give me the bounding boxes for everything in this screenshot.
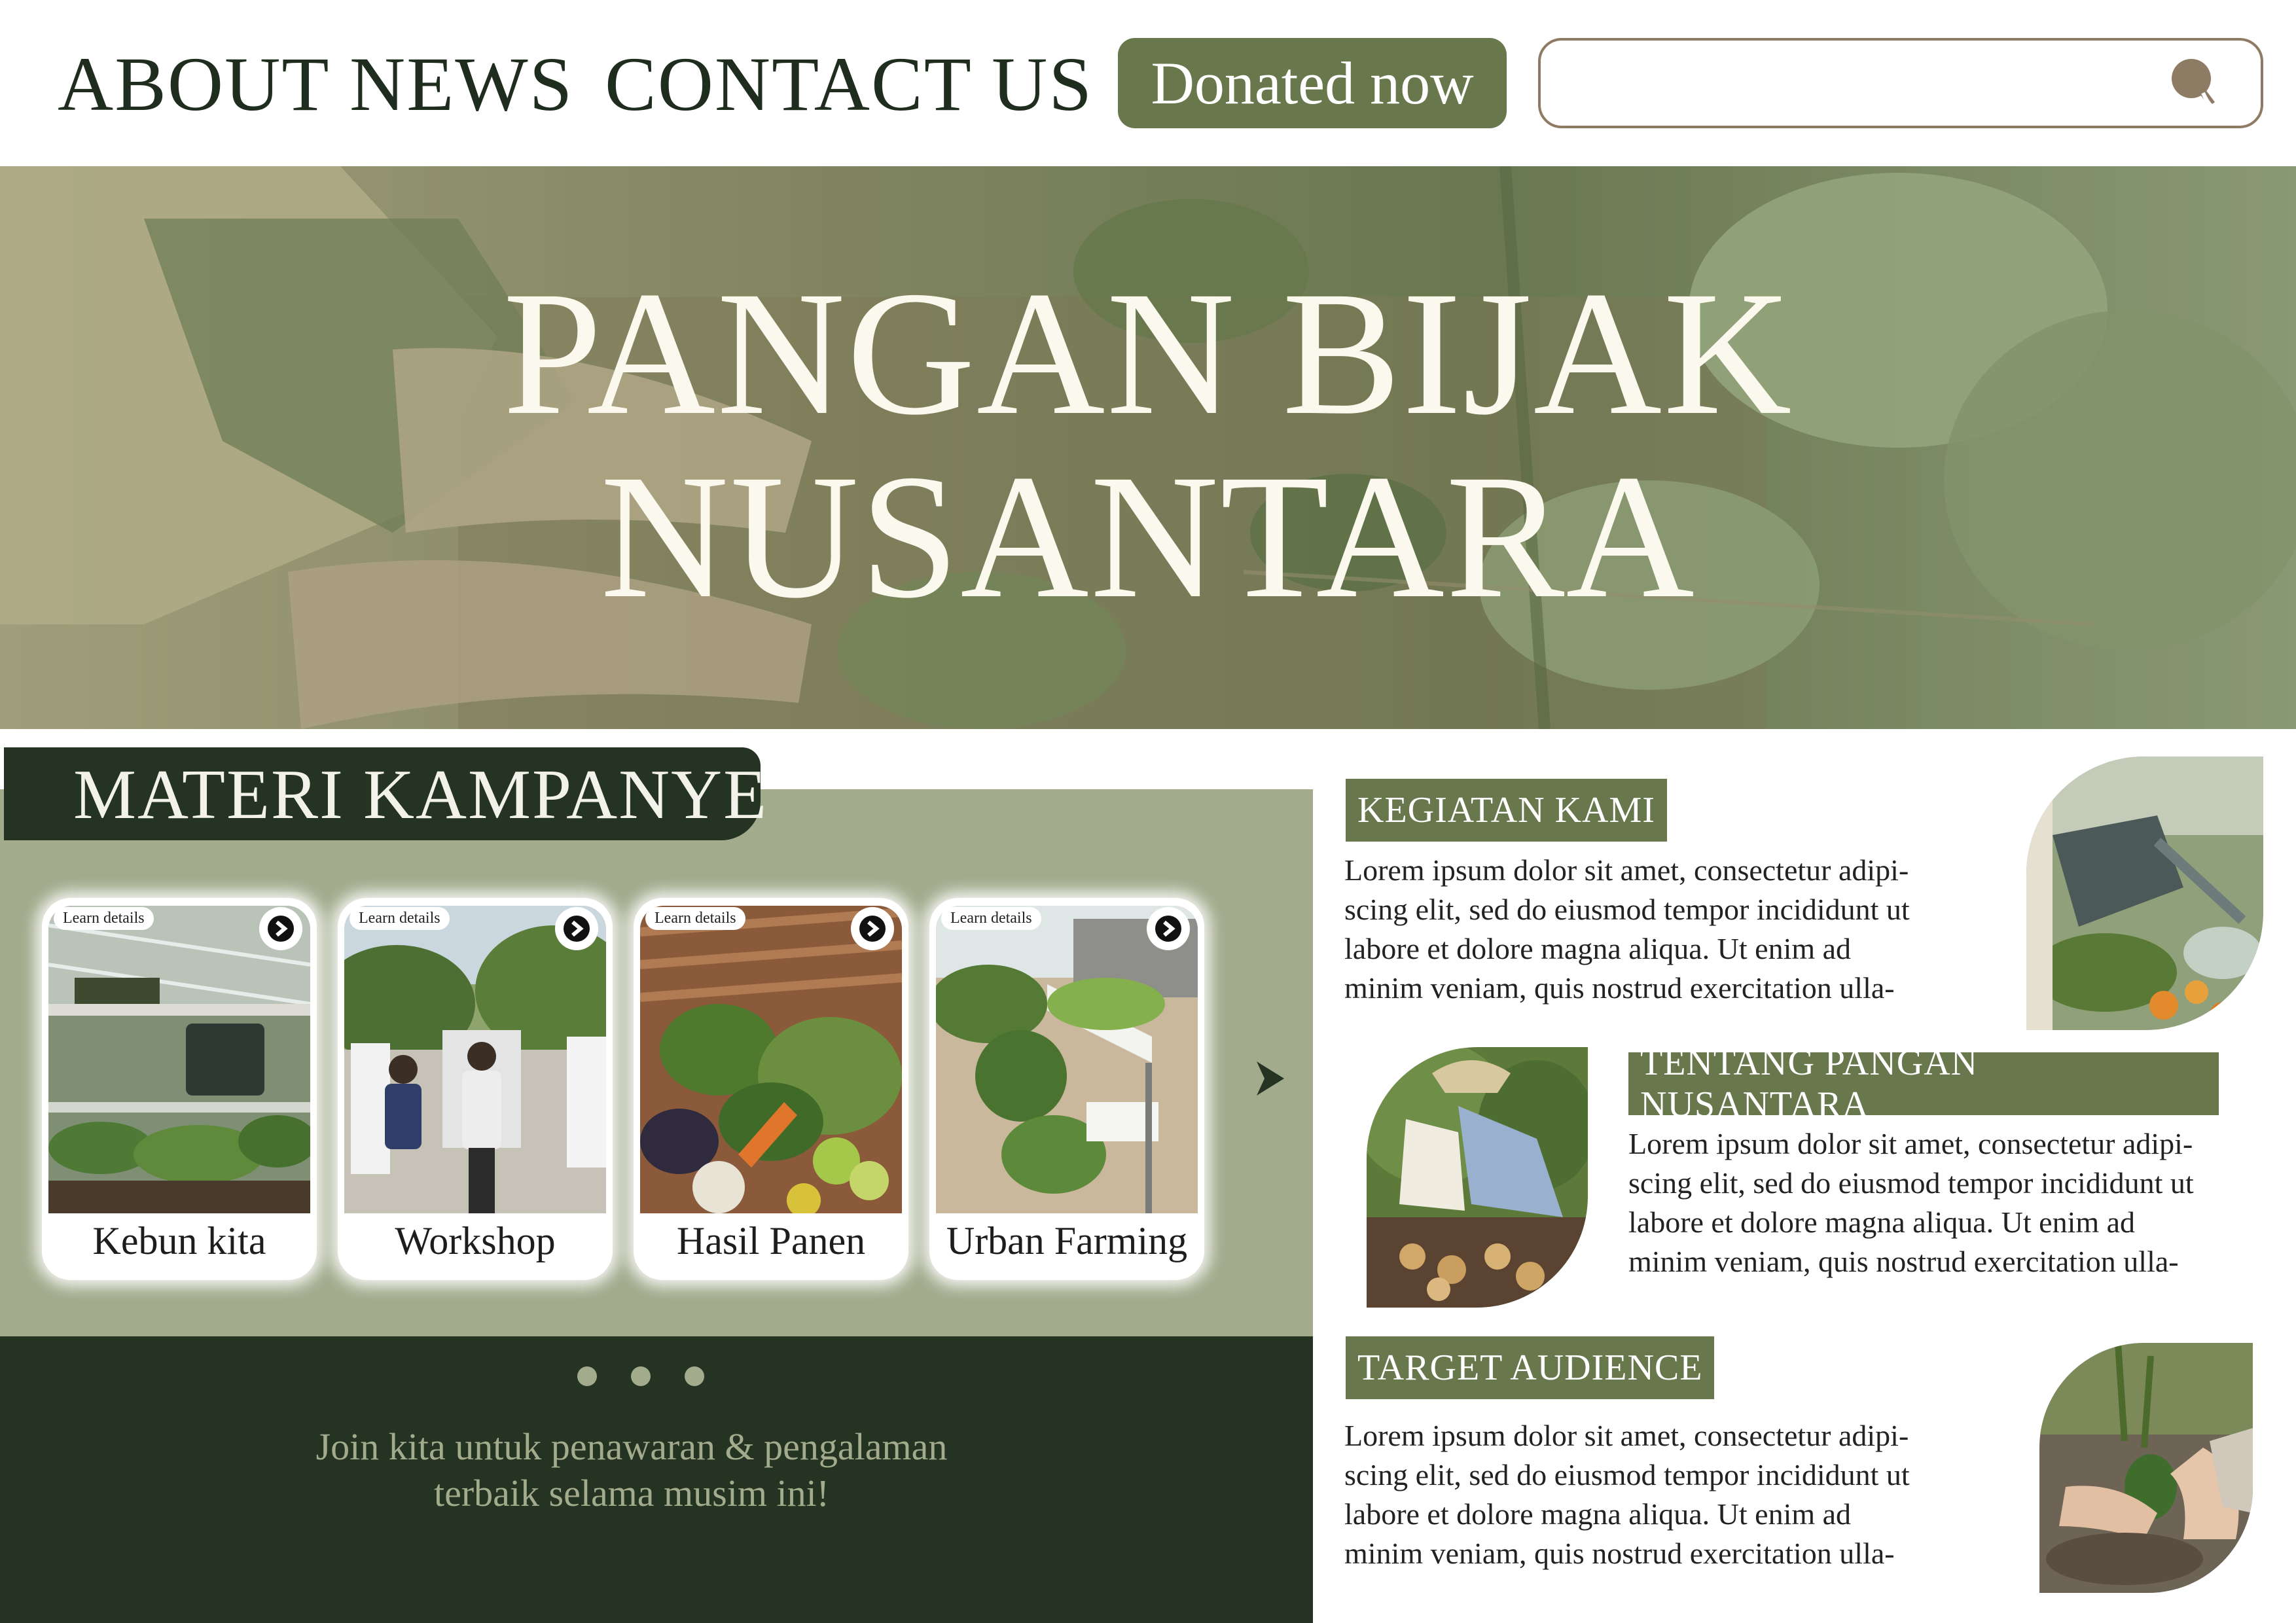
chevron-right-icon: [1155, 916, 1181, 942]
nav-contact-us[interactable]: CONTACT US: [605, 46, 1093, 123]
para-line: Lorem ipsum dolor sit amet, consectetur …: [1344, 853, 1909, 887]
tag-kegiatan-kami: KEGIATAN KAMI: [1346, 779, 1667, 842]
card-workshop[interactable]: Learn details Workshop: [338, 898, 613, 1280]
para-line: minim veniam, quis nostrud exercitation …: [1628, 1245, 2179, 1278]
para-line: Lorem ipsum dolor sit amet, consectetur …: [1628, 1127, 2193, 1160]
para-line: Lorem ipsum dolor sit amet, consectetur …: [1344, 1419, 1909, 1452]
paragraph-tentang: Lorem ipsum dolor sit amet, consectetur …: [1628, 1124, 2250, 1281]
carousel-dot-2[interactable]: [631, 1366, 651, 1386]
para-line: labore et dolore magna aliqua. Ut enim a…: [1344, 932, 1852, 965]
carousel-dot-1[interactable]: [577, 1366, 597, 1386]
nav-about[interactable]: ABOUT: [58, 46, 330, 123]
card-image-urban-farming: [936, 906, 1198, 1213]
learn-details-badge[interactable]: Learn details: [54, 907, 154, 930]
card-label: Hasil Panen: [676, 1219, 866, 1262]
tag-target-audience: TARGET AUDIENCE: [1346, 1336, 1715, 1399]
card-open-button[interactable]: [851, 907, 894, 950]
carousel-dot-3[interactable]: [685, 1366, 704, 1386]
card-image-harvest: [640, 906, 902, 1213]
paragraph-target: Lorem ipsum dolor sit amet, consectetur …: [1344, 1416, 1970, 1573]
learn-details-badge[interactable]: Learn details: [645, 907, 745, 930]
image-harvest-potatoes: [1367, 1047, 1588, 1308]
para-line: labore et dolore magna aliqua. Ut enim a…: [1628, 1205, 2136, 1239]
donate-button[interactable]: Donated now: [1118, 38, 1507, 128]
materi-title: MATERI KAMPANYE: [73, 756, 768, 834]
para-line: scing elit, sed do eiusmod tempor incidi…: [1628, 1166, 2194, 1200]
para-line: minim veniam, quis nostrud exercitation …: [1344, 971, 1895, 1005]
hero-title-line2: NUSANTARA: [600, 438, 1696, 635]
carousel-next-icon[interactable]: [1250, 1058, 1292, 1099]
learn-details-badge[interactable]: Learn details: [350, 907, 450, 930]
para-line: minim veniam, quis nostrud exercitation …: [1344, 1537, 1895, 1570]
search-box[interactable]: [1538, 38, 2263, 128]
hero-banner: PANGAN BIJAK NUSANTARA: [0, 166, 2296, 729]
para-line: labore et dolore magna aliqua. Ut enim a…: [1344, 1497, 1852, 1531]
search-icon[interactable]: [2162, 52, 2228, 118]
paragraph-kegiatan: Lorem ipsum dolor sit amet, consectetur …: [1344, 851, 1966, 1008]
chevron-right-icon: [859, 916, 886, 942]
join-message: Join kita untuk penawaran & pengalaman t…: [196, 1424, 1067, 1517]
card-label: Workshop: [395, 1219, 556, 1262]
chevron-right-icon: [268, 916, 294, 942]
tag-tentang-pangan-nusantara: TENTANG PANGAN NUSANTARA: [1628, 1043, 2219, 1125]
chevron-right-icon: [564, 916, 590, 942]
image-planting-seedling: [2039, 1343, 2253, 1593]
hero-title-line1: PANGAN BIJAK: [503, 255, 1793, 452]
card-open-button[interactable]: [259, 907, 302, 950]
image-watering-can: [2026, 757, 2263, 1030]
card-label: Urban Farming: [946, 1219, 1188, 1262]
learn-details-badge[interactable]: Learn details: [941, 907, 1041, 930]
card-label: Kebun kita: [92, 1219, 266, 1262]
card-image-workshop: [344, 906, 606, 1213]
card-kebun-kita[interactable]: Learn details Kebun kita: [42, 898, 317, 1280]
card-open-button[interactable]: [1147, 907, 1190, 950]
para-line: scing elit, sed do eiusmod tempor incidi…: [1344, 1458, 1910, 1491]
card-open-button[interactable]: [555, 907, 598, 950]
join-line-1: Join kita untuk penawaran & pengalaman: [315, 1425, 948, 1468]
card-image-greenhouse: [48, 906, 310, 1213]
nav-news[interactable]: NEWS: [350, 46, 573, 123]
card-urban-farming[interactable]: Learn details Urban Farming: [929, 898, 1204, 1280]
join-line-2: terbaik selama musim ini!: [433, 1471, 829, 1514]
para-line: scing elit, sed do eiusmod tempor incidi…: [1344, 893, 1910, 926]
card-hasil-panen[interactable]: Learn details Hasil Panen: [634, 898, 908, 1280]
search-input[interactable]: [1567, 55, 2159, 114]
